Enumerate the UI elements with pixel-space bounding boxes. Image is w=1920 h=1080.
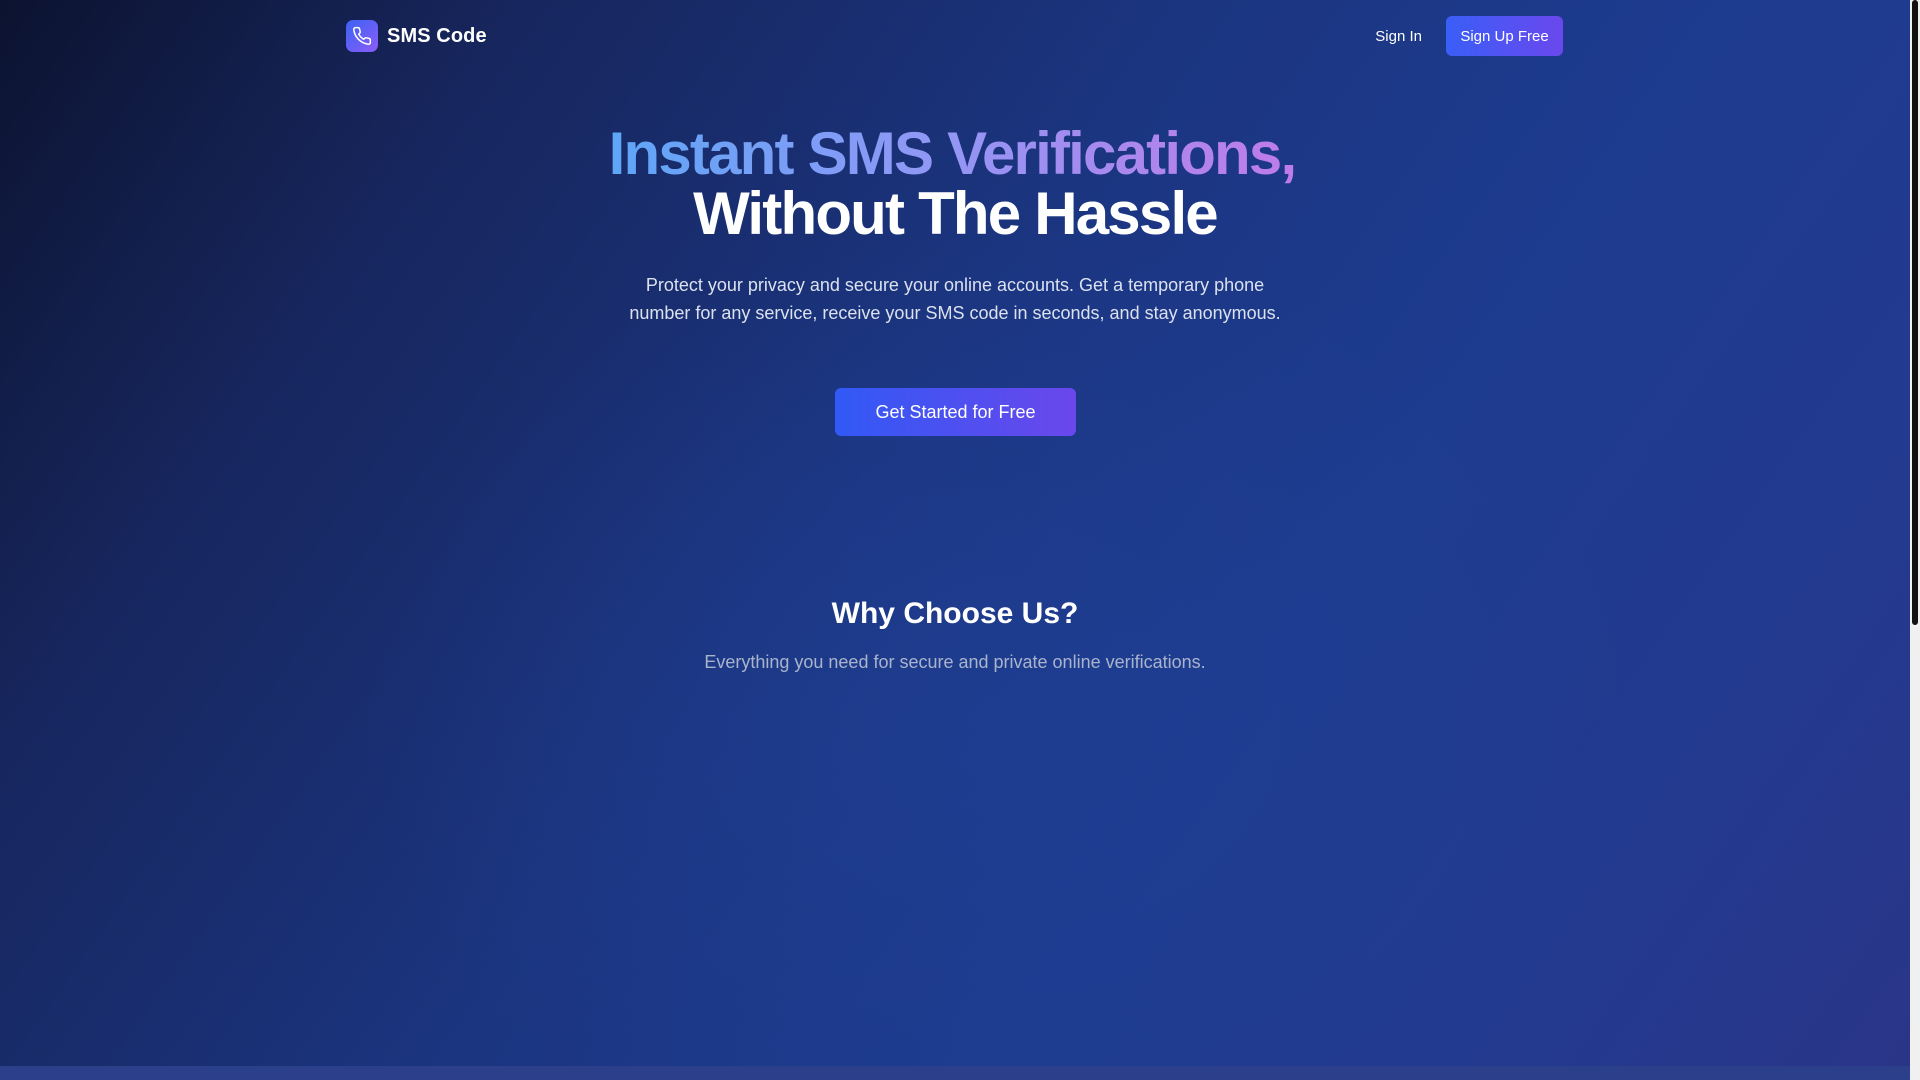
phone-icon bbox=[346, 20, 378, 52]
hero-subtitle: Protect your privacy and secure your onl… bbox=[629, 275, 1281, 323]
hero-title-line1: Instant SMS Verifications, bbox=[609, 124, 1302, 184]
why-section-title: Why Choose Us? bbox=[831, 597, 1079, 630]
scrollbar-thumb[interactable] bbox=[1912, 0, 1918, 625]
get-started-button[interactable]: Get Started for Free bbox=[835, 388, 1076, 436]
brand-logo[interactable]: SMS Code bbox=[346, 20, 487, 52]
why-section-subtitle: Everything you need for secure and priva… bbox=[704, 652, 1206, 672]
sign-up-button[interactable]: Sign Up Free bbox=[1446, 16, 1563, 56]
sign-in-link[interactable]: Sign In bbox=[1375, 28, 1422, 45]
brand-name: SMS Code bbox=[387, 24, 487, 47]
page-scrollbar[interactable] bbox=[1910, 0, 1920, 1080]
hero-title-line2: Without The Hassle bbox=[693, 180, 1219, 247]
bottom-edge bbox=[0, 1066, 1910, 1080]
header-nav: Sign In Sign Up Free bbox=[1375, 16, 1563, 56]
page-background: SMS Code Sign In Sign Up Free Instant SM… bbox=[0, 0, 1910, 1066]
hero-title: Instant SMS Verifications, Without The H… bbox=[0, 124, 1910, 244]
site-header: SMS Code Sign In Sign Up Free bbox=[346, 16, 1563, 56]
